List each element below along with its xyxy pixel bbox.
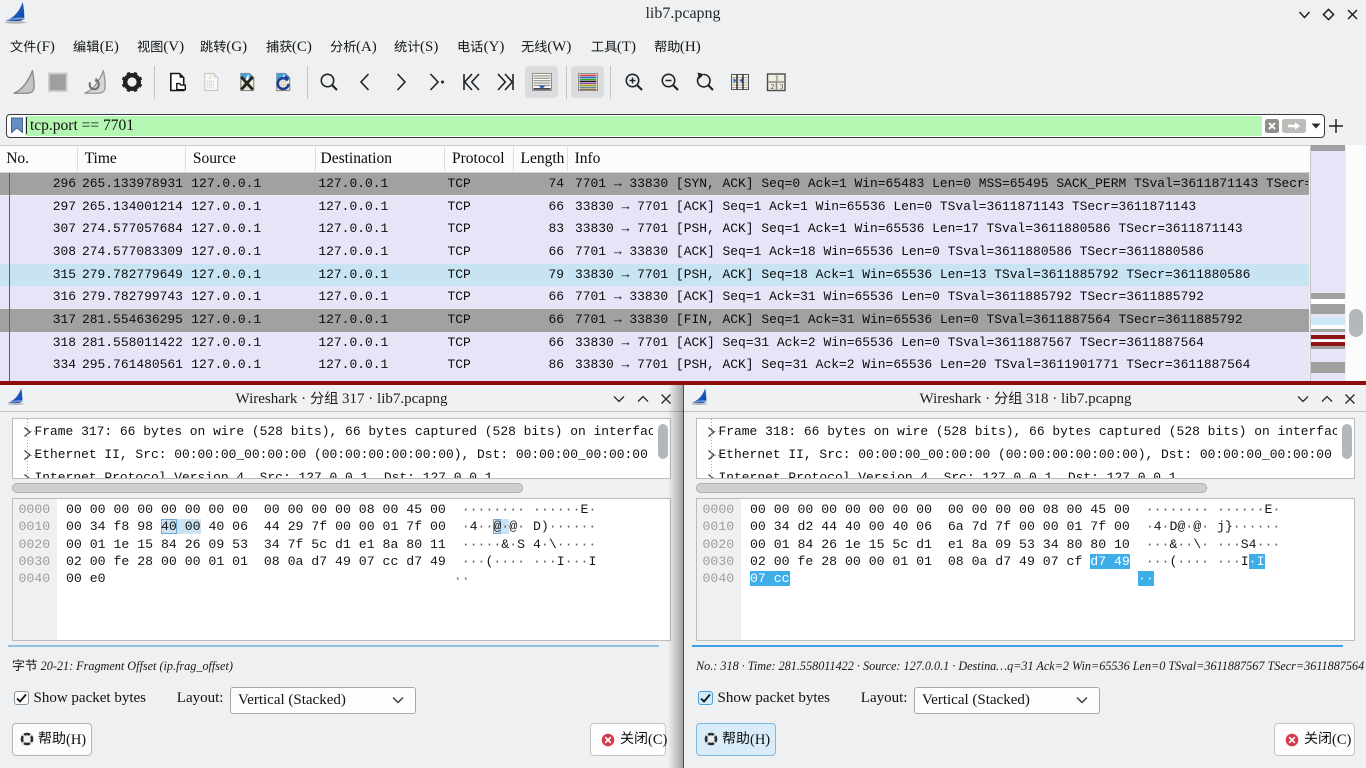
svg-text:2: 2 xyxy=(771,82,775,91)
svg-text:3: 3 xyxy=(780,82,784,91)
svg-text:1: 1 xyxy=(775,74,779,83)
